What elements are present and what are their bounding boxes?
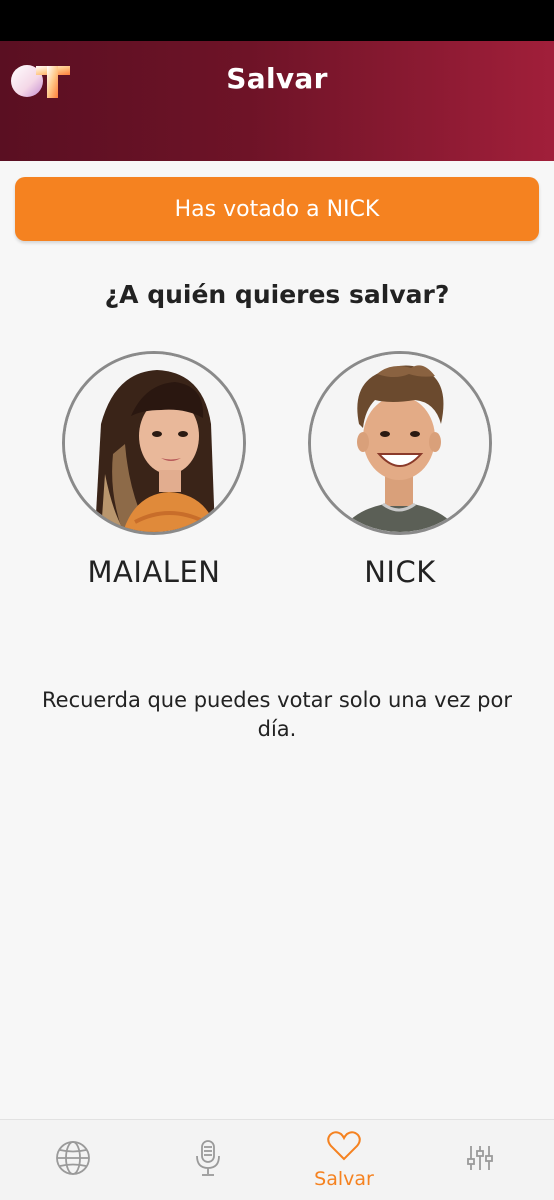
heart-icon: [326, 1130, 362, 1167]
nav-item-salvar[interactable]: Salvar: [275, 1120, 413, 1200]
vote-status-banner: Has votado a NICK: [15, 177, 539, 241]
candidate-card-maialen[interactable]: MAIALEN: [59, 351, 249, 589]
bottom-navigation: Salvar: [0, 1119, 554, 1200]
nick-photo[interactable]: [308, 351, 492, 535]
maialen-photo[interactable]: [62, 351, 246, 535]
vote-reminder-text: Recuerda que puedes votar solo una vez p…: [42, 688, 512, 741]
candidate-name: NICK: [364, 555, 436, 589]
page-title: Salvar: [226, 62, 328, 95]
sliders-icon: [465, 1143, 495, 1178]
candidate-name: MAIALEN: [87, 555, 221, 589]
nav-item-world[interactable]: [4, 1120, 142, 1200]
candidate-card-nick[interactable]: NICK: [305, 351, 495, 589]
nav-label-salvar: Salvar: [314, 1168, 374, 1190]
status-bar: [0, 0, 554, 41]
microphone-icon: [193, 1138, 223, 1183]
vote-question: ¿A quién quieres salvar?: [104, 280, 450, 309]
nav-item-microphone[interactable]: [139, 1120, 277, 1200]
globe-icon: [54, 1139, 92, 1182]
app-header: [0, 41, 554, 161]
nav-item-settings[interactable]: [411, 1120, 549, 1200]
